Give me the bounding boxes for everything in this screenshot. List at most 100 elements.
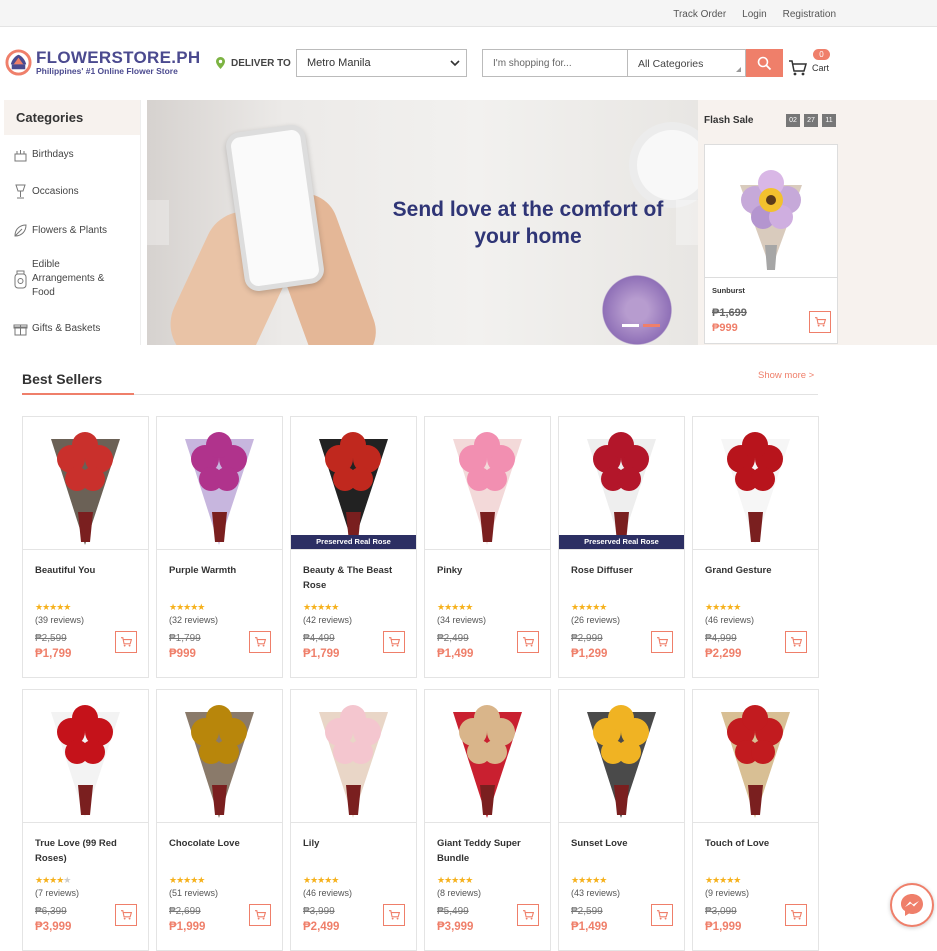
add-to-cart-button[interactable] [115,904,137,926]
product-old-price: ₱1,699 [712,307,747,319]
add-to-cart-button[interactable] [249,631,271,653]
flash-sale-timer: 02 27 11 [786,114,836,127]
section-divider [22,393,818,395]
sidebar-item-birthdays[interactable]: Birthdays [4,146,74,162]
cart-icon [656,910,668,920]
product-new-price: ₱1,799 [35,648,72,660]
product-card[interactable]: Pinky ★★★★★ (34 reviews) ₱2,499 ₱1,499 [424,416,551,678]
sidebar-item-label: Occasions [32,185,79,197]
product-image [705,145,837,278]
sidebar-item-label: Birthdays [32,148,74,160]
product-old-price: ₱2,699 [169,906,201,917]
product-card[interactable]: Purple Warmth ★★★★★ (32 reviews) ₱1,799 … [156,416,283,678]
sidebar-item-gifts-baskets[interactable]: Gifts & Baskets [4,320,100,336]
product-card[interactable]: Giant Teddy Super Bundle ★★★★★ (8 review… [424,689,551,951]
cart-icon [522,637,534,647]
product-new-price: ₱1,999 [705,921,742,933]
sidebar-item-flowers-plants[interactable]: Flowers & Plants [4,222,107,238]
hero-section: Categories Birthdays Occasions Flowers &… [0,100,937,345]
category-value: All Categories [638,58,704,70]
rating-stars: ★★★★★ [303,602,339,612]
rating-stars: ★★★★★ [437,602,473,612]
top-links: Track Order Login Registration [665,9,836,20]
add-to-cart-button[interactable] [383,904,405,926]
messenger-chat-button[interactable] [890,883,934,927]
search-input[interactable]: I'm shopping for... [482,49,628,77]
product-card[interactable]: Grand Gesture ★★★★★ (46 reviews) ₱4,999 … [692,416,819,678]
track-order-link[interactable]: Track Order [665,9,734,20]
location-value: Metro Manila [307,57,371,69]
product-name: Beautiful You [35,565,96,576]
product-name: Touch of Love [705,838,770,849]
logo-tagline: Philippines' #1 Online Flower Store [36,66,178,76]
flash-sale-product-card[interactable]: Sunburst ₱1,699 ₱999 [704,144,838,344]
cake-icon [12,146,28,162]
product-image: Preserved Real Rose [559,417,684,550]
product-name: Beauty & The Beast Rose [303,565,393,591]
banner-dot-active[interactable] [643,324,660,327]
add-to-cart-button[interactable] [383,631,405,653]
chevron-down-icon [450,60,460,67]
show-more-link[interactable]: Show more > [758,370,814,381]
product-old-price: ₱4,999 [705,633,737,644]
cart-icon [789,60,807,76]
product-image [23,417,148,550]
banner-cup-image [637,130,698,200]
login-link[interactable]: Login [734,9,774,20]
add-to-cart-button[interactable] [517,631,539,653]
add-to-cart-button[interactable] [249,904,271,926]
product-new-price: ₱3,999 [437,921,474,933]
product-old-price: ₱4,499 [303,633,335,644]
review-count: (34 reviews) [437,615,487,625]
product-new-price: ₱1,999 [169,921,206,933]
cart-icon [254,637,266,647]
categories-sidebar: Categories Birthdays Occasions Flowers &… [4,100,141,345]
cart-button[interactable]: 0 Cart [789,49,839,79]
location-pin-icon [216,57,225,69]
product-image: Preserved Real Rose [291,417,416,550]
flash-sale-title: Flash Sale [704,115,754,126]
product-old-price: ₱2,499 [437,633,469,644]
product-card[interactable]: Chocolate Love ★★★★★ (51 reviews) ₱2,699… [156,689,283,951]
category-select[interactable]: All Categories [627,49,746,77]
search-button[interactable] [746,49,783,77]
cart-icon [790,637,802,647]
add-to-cart-button[interactable] [785,904,807,926]
timer-hours: 02 [786,114,800,127]
product-new-price: ₱1,299 [571,648,608,660]
product-image [425,417,550,550]
banner-dot[interactable] [622,324,639,327]
product-card[interactable]: Beautiful You ★★★★★ (39 reviews) ₱2,599 … [22,416,149,678]
review-count: (8 reviews) [437,888,482,898]
review-count: (39 reviews) [35,615,85,625]
registration-link[interactable]: Registration [775,9,836,20]
add-to-cart-button[interactable] [115,631,137,653]
review-count: (26 reviews) [571,615,621,625]
product-card[interactable]: Sunset Love ★★★★★ (43 reviews) ₱2,599 ₱1… [558,689,685,951]
banner-next-button[interactable] [676,200,698,245]
logo[interactable]: FLOWERSTORE.PH Philippines' #1 Online Fl… [5,49,200,76]
sidebar-item-occasions[interactable]: Occasions [4,183,79,199]
cart-icon [790,910,802,920]
product-ribbon: Preserved Real Rose [559,535,684,549]
sidebar-item-edible-arrangements[interactable]: Edible Arrangements & Food [4,258,112,300]
add-to-cart-button[interactable] [809,311,831,333]
rating-stars: ★★★★★ [303,875,339,885]
add-to-cart-button[interactable] [651,631,673,653]
product-card[interactable]: True Love (99 Red Roses) ★★★★★ (7 review… [22,689,149,951]
hero-banner[interactable]: Send love at the comfort of your home [147,100,698,345]
product-card[interactable]: Lily ★★★★★ (46 reviews) ₱3,999 ₱2,499 [290,689,417,951]
add-to-cart-button[interactable] [785,631,807,653]
location-select[interactable]: Metro Manila [296,49,467,77]
product-card[interactable]: Touch of Love ★★★★★ (9 reviews) ₱3,099 ₱… [692,689,819,951]
product-card[interactable]: Preserved Real Rose Rose Diffuser ★★★★★ … [558,416,685,678]
product-card[interactable]: Preserved Real Rose Beauty & The Beast R… [290,416,417,678]
product-old-price: ₱2,599 [35,633,67,644]
leaf-icon [12,222,28,238]
product-new-price: ₱2,299 [705,648,742,660]
add-to-cart-button[interactable] [651,904,673,926]
add-to-cart-button[interactable] [517,904,539,926]
banner-prev-button[interactable] [147,200,169,245]
cart-label: Cart [812,63,830,73]
review-count: (43 reviews) [571,888,621,898]
